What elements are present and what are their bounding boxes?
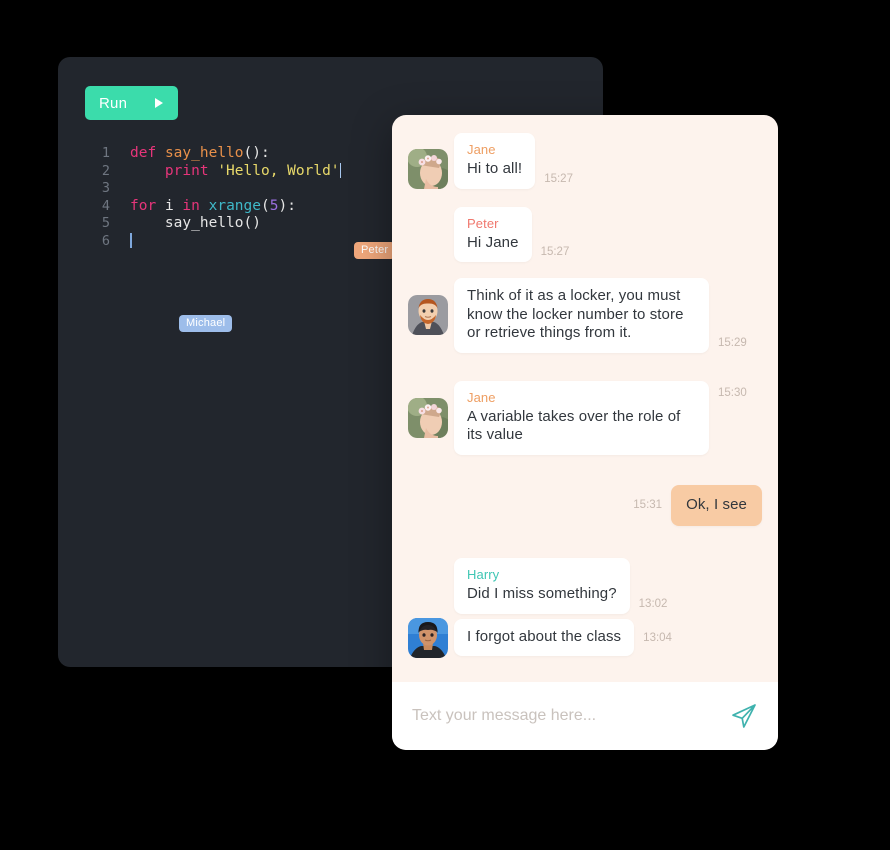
code-text — [130, 232, 132, 251]
jane-avatar — [408, 397, 448, 438]
message-time: 13:02 — [638, 597, 668, 610]
harry-avatar — [408, 617, 448, 658]
message-row: Think of it as a locker, you must know t… — [408, 278, 762, 353]
collaborator-tag-michael: Michael — [179, 315, 233, 332]
code-line: 3 — [78, 180, 341, 198]
message-text: Did I miss something? — [467, 585, 617, 602]
message-row: Peter Hi Jane 15:27 — [408, 206, 762, 262]
token-close-paren-colon: ): — [278, 197, 296, 214]
token-punctuation: (): — [243, 145, 270, 161]
message-sender: Jane — [467, 389, 496, 405]
message-bubble: Jane A variable takes over the role of i… — [454, 380, 709, 455]
line-number: 1 — [101, 145, 110, 161]
message-sender: Jane — [467, 142, 496, 157]
avatar-slot — [408, 148, 454, 189]
message-row: I forgot about the class 13:04 — [408, 617, 762, 658]
message-bubble: Harry Did I miss something? — [454, 558, 630, 614]
message-time: 15:29 — [718, 336, 747, 349]
line-number: 6 — [101, 232, 110, 249]
text-caret-michael — [130, 232, 132, 248]
code-line: 5 say_hello() — [78, 215, 341, 233]
chat-panel: Jane Hi to all! 15:27 Peter Hi Jane 15:2… — [392, 115, 778, 750]
code-line: 6 — [78, 232, 341, 251]
message-time: 15:27 — [544, 172, 573, 185]
code-text: print 'Hello, World' — [130, 162, 342, 181]
line-number: 5 — [101, 215, 110, 231]
message-bubble: Think of it as a locker, you must know t… — [454, 278, 709, 353]
token-keyword-in: in — [182, 197, 200, 214]
avatar-slot — [408, 617, 454, 658]
message-text: A variable takes over the role of its va… — [467, 407, 681, 444]
paper-plane-icon — [732, 704, 756, 728]
row-spacer — [408, 459, 762, 485]
peter-avatar — [408, 295, 448, 336]
run-button[interactable]: Run — [85, 86, 178, 120]
message-time: 13:04 — [643, 631, 672, 644]
message-sender: Harry — [467, 567, 500, 582]
message-input[interactable] — [412, 707, 720, 725]
line-number: 2 — [101, 162, 110, 179]
message-bubble-outgoing: Ok, I see — [671, 484, 762, 526]
message-bubble: I forgot about the class — [454, 618, 635, 657]
jane-avatar — [408, 148, 448, 189]
token-variable-i: i — [164, 197, 174, 214]
collaborator-tag-peter: Peter — [354, 242, 396, 259]
message-time: 15:31 — [633, 499, 663, 512]
message-row: Jane Hi to all! 15:27 — [408, 133, 762, 189]
code-line: 4 for i in xrange(5): — [78, 198, 341, 216]
run-button-label: Run — [99, 94, 128, 112]
code-area[interactable]: 1 def say_hello(): 2 print 'Hello, World… — [78, 145, 342, 251]
row-spacer — [408, 357, 762, 381]
message-row: Jane A variable takes over the role of i… — [408, 380, 762, 455]
message-sender: Peter — [467, 215, 499, 231]
message-input-bar — [392, 682, 778, 750]
line-number: 4 — [101, 197, 110, 214]
code-text: def say_hello(): — [130, 145, 270, 163]
message-time: 15:27 — [540, 246, 570, 258]
message-text: Hi Jane — [467, 233, 519, 251]
row-spacer — [408, 193, 762, 207]
token-function-call: say_hello() — [164, 215, 261, 231]
token-function-name: say_hello — [164, 145, 244, 161]
avatar-slot — [408, 295, 454, 336]
message-text: I forgot about the class — [467, 627, 622, 645]
code-line: 1 def say_hello(): — [78, 145, 341, 163]
message-bubble: Peter Hi Jane — [454, 206, 532, 262]
token-open-paren: ( — [261, 197, 270, 214]
message-bubble: Jane Hi to all! — [454, 133, 536, 189]
line-number: 3 — [101, 180, 110, 196]
message-text: Hi to all! — [467, 160, 523, 177]
message-text: Ok, I see — [686, 495, 747, 513]
row-spacer — [408, 530, 762, 558]
avatar-slot — [408, 397, 454, 438]
code-text: for i in xrange(5): — [130, 198, 296, 216]
play-icon — [155, 98, 163, 108]
token-builtin-xrange: xrange — [208, 197, 261, 214]
token-keyword-def: def — [130, 145, 157, 161]
token-string: 'Hello, World' — [217, 162, 340, 179]
token-keyword-print: print — [164, 162, 209, 179]
message-list[interactable]: Jane Hi to all! 15:27 Peter Hi Jane 15:2… — [392, 115, 778, 682]
message-time: 15:30 — [718, 386, 747, 399]
send-button[interactable] — [730, 702, 758, 730]
message-row-outgoing: 15:31 Ok, I see — [408, 484, 762, 526]
message-text: Think of it as a locker, you must know t… — [467, 287, 684, 341]
token-keyword-for: for — [130, 197, 157, 214]
code-text: say_hello() — [130, 215, 261, 233]
text-caret-peter — [339, 162, 342, 178]
message-row: Harry Did I miss something? 13:02 — [408, 558, 762, 614]
code-line: 2 print 'Hello, World' — [78, 162, 342, 181]
